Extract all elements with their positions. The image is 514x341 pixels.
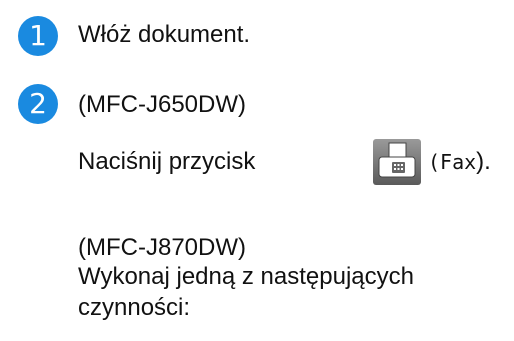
paren-close: ). [476,148,491,175]
step-number-badge: 2 [18,84,58,124]
press-text: Naciśnij przycisk [78,148,256,175]
press-instruction: Naciśnij przycisk [78,147,255,177]
model-label: (MFC-J870DW) [78,234,246,261]
fax-button-reference: (Fax). [428,147,491,177]
step-text: Włóż dokument. [78,21,251,48]
step-number: 2 [29,87,47,120]
instruction-text: Wykonaj jedną z następujących [78,263,414,290]
step-number: 1 [29,19,47,52]
step-number-badge: 1 [18,16,58,56]
fax-icon [373,139,421,185]
paren-open: ( [428,150,441,174]
fax-button-name: Fax [440,150,477,174]
model-label: (MFC-J650DW) [78,91,246,118]
instruction-text: czynności: [78,294,191,321]
